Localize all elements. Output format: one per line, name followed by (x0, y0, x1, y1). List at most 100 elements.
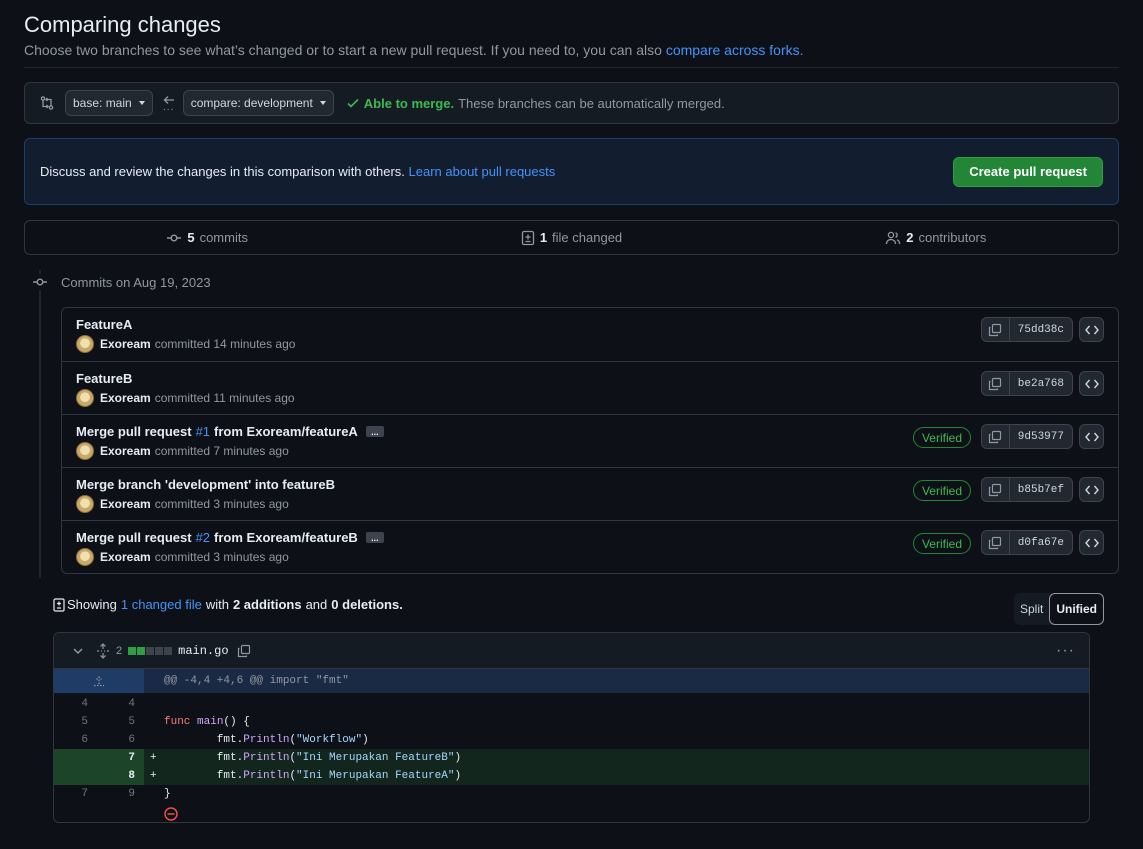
old-line-number[interactable]: 5 (54, 713, 99, 731)
commit-author[interactable]: Exoream (100, 497, 151, 511)
pr-number-link[interactable]: #1 (196, 424, 210, 439)
commit-title-text: FeatureB (76, 371, 133, 386)
browse-repo-button[interactable] (1079, 530, 1104, 555)
showing-and: and (305, 597, 328, 612)
new-line-number[interactable]: 9 (99, 785, 144, 803)
arrow-left-icon: ... (159, 95, 179, 113)
code-icon (1084, 378, 1099, 390)
commit-sha-group: 9d53977 (980, 424, 1073, 449)
changed-files-link[interactable]: 1 changed file (121, 597, 202, 612)
new-line-number[interactable]: 4 (99, 695, 144, 713)
merge-desc-text: These branches can be automatically merg… (458, 95, 725, 111)
commit-sha-group: 75dd38c (980, 317, 1073, 342)
summary-commits[interactable]: 5 commits (25, 221, 389, 254)
copy-icon[interactable] (982, 478, 1010, 501)
copy-icon[interactable] (982, 318, 1010, 341)
learn-pull-requests-link[interactable]: Learn about pull requests (409, 164, 556, 179)
file-name-link[interactable]: main.go (178, 644, 228, 658)
compare-branch-select[interactable]: compare: development (182, 90, 334, 116)
verified-badge[interactable]: Verified (912, 427, 971, 448)
expand-message-button[interactable]: ... (365, 532, 384, 543)
browse-repo-button[interactable] (1079, 371, 1104, 396)
compare-across-forks-link[interactable]: compare across forks. (666, 42, 804, 58)
file-diff: 2 main.go ··· @@ -4,4 +4,6 @@ import "fm… (53, 632, 1090, 823)
commit-time: committed 3 minutes ago (154, 497, 289, 511)
browse-repo-button[interactable] (1079, 317, 1104, 342)
chevron-down-icon[interactable] (72, 645, 84, 657)
commit-sha-group: d0fa67e (980, 530, 1073, 555)
commit-title[interactable]: Merge pull request #1 from Exoream/featu… (76, 424, 384, 439)
commit-meta: Exoream committed 3 minutes ago (76, 548, 289, 566)
summary-files[interactable]: 1 file changed (389, 221, 753, 254)
diff-sign (144, 785, 164, 803)
commit-row: Merge branch 'development' into featureB… (62, 467, 1118, 520)
base-branch-select[interactable]: base: main (65, 90, 153, 116)
copy-icon[interactable] (237, 644, 251, 658)
commit-title[interactable]: Merge branch 'development' into featureB (76, 477, 335, 492)
commit-sha-link[interactable]: 75dd38c (1010, 318, 1072, 341)
more-options-icon[interactable]: ··· (1056, 642, 1075, 660)
new-line-number[interactable]: 6 (99, 731, 144, 749)
commit-title[interactable]: FeatureB (76, 371, 132, 386)
old-line-number[interactable]: 6 (54, 731, 99, 749)
verified-badge[interactable]: Verified (912, 480, 971, 501)
commit-title[interactable]: Merge pull request #2 from Exoream/featu… (76, 530, 384, 545)
commit-sha-link[interactable]: be2a768 (1010, 372, 1072, 395)
unified-view-button[interactable]: Unified (1049, 593, 1105, 625)
commit-meta: Exoream committed 3 minutes ago (76, 495, 289, 513)
summary-contributors[interactable]: 2 contributors (754, 221, 1118, 254)
commit-title-post: from Exoream/featureA (214, 424, 358, 439)
avatar[interactable] (76, 548, 94, 566)
copy-icon[interactable] (982, 372, 1010, 395)
commit-icon (166, 230, 182, 246)
diff-line: 5 5 func main() { (54, 713, 1089, 731)
diffstat-add-block (137, 646, 146, 655)
discuss-banner: Discuss and review the changes in this c… (24, 138, 1119, 205)
commit-row: Merge pull request #2 from Exoream/featu… (62, 520, 1118, 573)
old-line-number[interactable] (54, 749, 99, 767)
files-count: 1 (539, 230, 548, 245)
diff-line-added: 7 + fmt.Println("Ini Merupakan FeatureB"… (54, 749, 1089, 767)
commit-author[interactable]: Exoream (100, 550, 151, 564)
commit-sha-link[interactable]: d0fa67e (1010, 531, 1072, 554)
create-pull-request-button[interactable]: Create pull request (953, 156, 1103, 187)
copy-icon[interactable] (982, 531, 1010, 554)
browse-repo-button[interactable] (1079, 424, 1104, 449)
verified-badge[interactable]: Verified (912, 533, 971, 554)
commit-meta: Exoream committed 14 minutes ago (76, 335, 295, 353)
diff-line: 4 4 (54, 695, 1089, 713)
commit-row: FeatureB Exoream committed 11 minutes ag… (62, 361, 1118, 414)
expand-message-button[interactable]: ... (365, 426, 384, 437)
browse-repo-button[interactable] (1079, 477, 1104, 502)
copy-icon[interactable] (982, 425, 1010, 448)
commit-author[interactable]: Exoream (100, 391, 151, 405)
page-subtitle: Choose two branches to see what’s change… (24, 42, 804, 58)
avatar[interactable] (76, 335, 94, 353)
commit-list: FeatureA Exoream committed 14 minutes ag… (61, 307, 1119, 574)
commit-title[interactable]: FeatureA (76, 317, 132, 332)
old-line-number[interactable] (54, 767, 99, 785)
avatar[interactable] (76, 495, 94, 513)
avatar[interactable] (76, 389, 94, 407)
avatar[interactable] (76, 442, 94, 460)
old-line-number[interactable]: 7 (54, 785, 99, 803)
expand-all-icon[interactable] (96, 642, 110, 659)
showing-with: with (205, 597, 229, 612)
commit-sha-link[interactable]: b85b7ef (1010, 478, 1072, 501)
new-line-number[interactable]: 8 (99, 767, 144, 785)
commit-author[interactable]: Exoream (100, 444, 151, 458)
new-line-number[interactable]: 7 (99, 749, 144, 767)
commit-author[interactable]: Exoream (100, 337, 151, 351)
additions-count: 2 additions (232, 597, 302, 612)
summary-bar: 5 commits 1 file changed 2 contributors (24, 220, 1119, 255)
old-line-number[interactable]: 4 (54, 695, 99, 713)
commit-title-text: FeatureA (76, 317, 133, 332)
commit-title-post: from Exoream/featureB (214, 530, 358, 545)
commit-sha-link[interactable]: 9d53977 (1010, 425, 1072, 448)
new-line-number[interactable]: 5 (99, 713, 144, 731)
people-icon (885, 230, 901, 246)
expand-up-icon[interactable] (54, 669, 144, 693)
pr-number-link[interactable]: #2 (196, 530, 210, 545)
split-view-button[interactable]: Split (1014, 593, 1049, 625)
diff-line-added: 8 + fmt.Println("Ini Merupakan FeatureA"… (54, 767, 1089, 785)
